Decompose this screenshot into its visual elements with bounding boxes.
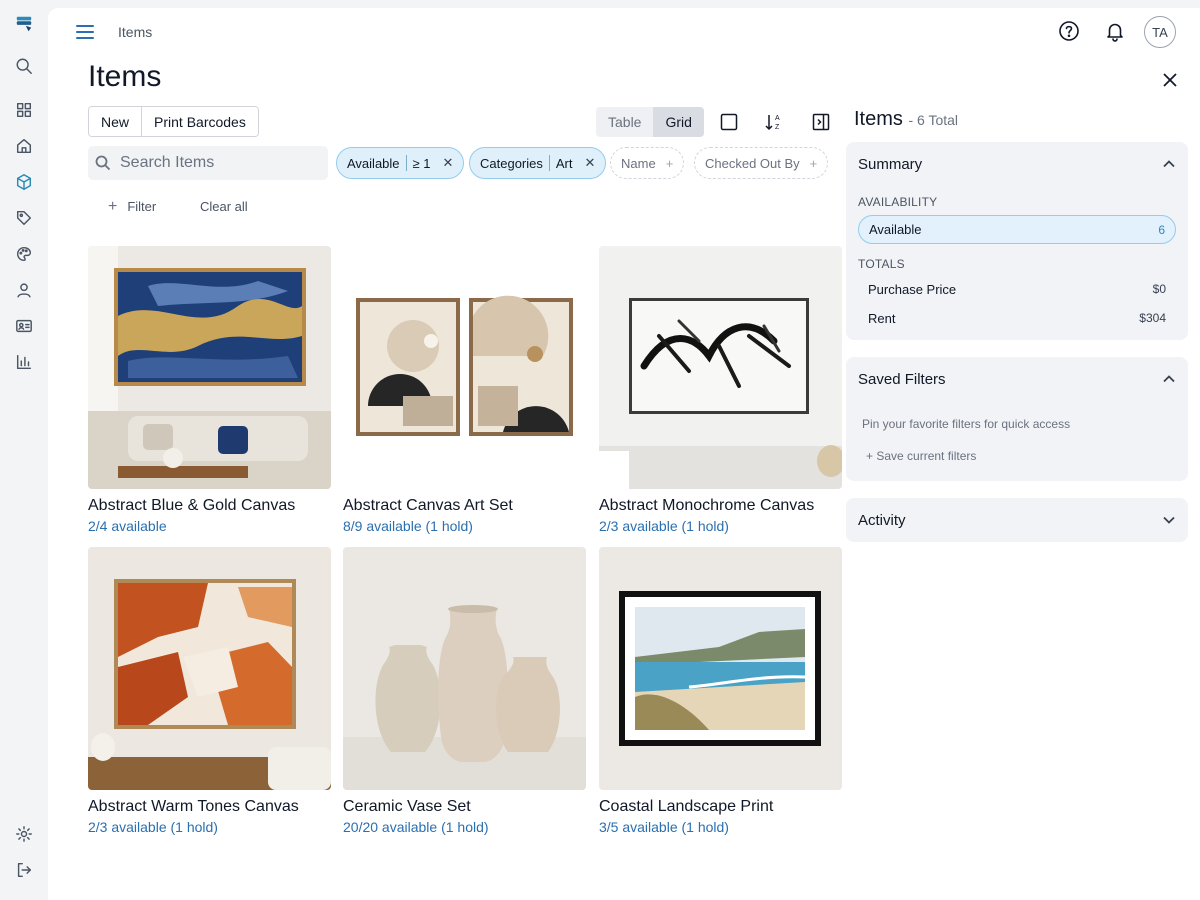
gear-icon[interactable] — [14, 824, 34, 844]
activity-section: Activity — [846, 498, 1188, 542]
user-icon[interactable] — [14, 280, 34, 300]
svg-text:A: A — [775, 115, 780, 122]
view-toggle: Table Grid — [596, 107, 704, 137]
item-name[interactable]: Abstract Monochrome Canvas — [599, 497, 842, 515]
item-thumbnail[interactable] — [88, 547, 331, 790]
item-name[interactable]: Abstract Warm Tones Canvas — [88, 798, 331, 816]
chevron-down-icon[interactable] — [1162, 513, 1176, 527]
left-nav-rail — [0, 0, 48, 900]
search-box — [88, 146, 328, 180]
search-icon[interactable] — [14, 56, 34, 76]
total-count: - 6 Total — [908, 112, 959, 128]
close-icon[interactable] — [1162, 72, 1178, 88]
plus-icon: + — [108, 198, 118, 215]
chip-add-icon: + — [665, 155, 674, 171]
item-thumbnail[interactable] — [599, 246, 842, 489]
sort-az-icon[interactable]: AZ — [764, 112, 784, 132]
menu-icon[interactable] — [76, 25, 94, 39]
save-current-filters-link[interactable]: + Save current filters — [866, 449, 976, 463]
new-button[interactable]: New — [89, 107, 142, 136]
id-card-icon[interactable] — [14, 316, 34, 336]
search-icon — [95, 155, 111, 171]
available-count: 6 — [1158, 222, 1165, 237]
item-availability: 2/3 available (1 hold) — [599, 518, 729, 534]
bar-chart-icon[interactable] — [14, 352, 34, 372]
item-availability: 8/9 available (1 hold) — [343, 518, 473, 534]
item-card[interactable]: Ceramic Vase Set 20/20 available (1 hold… — [343, 547, 586, 835]
item-thumbnail[interactable] — [343, 246, 586, 489]
chevron-up-icon[interactable] — [1162, 157, 1176, 171]
chip-remove-icon[interactable]: ✕ — [443, 155, 454, 171]
home-icon[interactable] — [14, 136, 34, 156]
total-row-purchase-price: Purchase Price $0 — [868, 282, 1166, 297]
chip-field: Name — [621, 155, 656, 171]
saved-filters-hint: Pin your favorite filters for quick acce… — [862, 417, 1071, 431]
table-view-option[interactable]: Table — [596, 107, 653, 137]
total-row-rent: Rent $304 — [868, 311, 1166, 326]
dashboard-icon[interactable] — [14, 100, 34, 120]
item-card[interactable]: Abstract Monochrome Canvas 2/3 available… — [599, 246, 842, 534]
bell-icon[interactable] — [1104, 20, 1126, 42]
filter-chip-name[interactable]: Name + — [610, 147, 685, 179]
add-filter-button[interactable]: + Filter — [108, 198, 156, 216]
avatar[interactable]: TA — [1144, 16, 1176, 48]
summary-heading[interactable]: Summary — [858, 156, 922, 173]
chip-add-icon: + — [809, 155, 818, 171]
logo-icon[interactable] — [14, 14, 34, 34]
summary-section: Summary AVAILABILITY Available 6 TOTALS … — [846, 142, 1188, 340]
saved-filters-heading[interactable]: Saved Filters — [858, 371, 946, 388]
item-card[interactable]: Coastal Landscape Print 3/5 available (1… — [599, 547, 842, 835]
breadcrumb[interactable]: Items — [118, 24, 152, 40]
chip-value: ≥ 1 — [412, 155, 431, 171]
chip-field: Available — [347, 155, 400, 171]
tag-icon[interactable] — [14, 208, 34, 228]
item-availability: 20/20 available (1 hold) — [343, 819, 489, 835]
availability-label: AVAILABILITY — [858, 195, 938, 209]
item-name[interactable]: Abstract Blue & Gold Canvas — [88, 497, 331, 515]
availability-row-available[interactable]: Available 6 — [858, 215, 1176, 244]
clear-all-button[interactable]: Clear all — [200, 199, 248, 214]
saved-filters-section: Saved Filters Pin your favorite filters … — [846, 357, 1188, 481]
search-input[interactable] — [120, 154, 320, 172]
chip-field: Categories — [480, 155, 543, 171]
activity-heading[interactable]: Activity — [858, 512, 906, 529]
filter-chip-checked-out-by[interactable]: Checked Out By + — [694, 147, 829, 179]
main-panel: Items TA Items New Print Barcodes Table … — [48, 8, 1200, 900]
item-thumbnail[interactable] — [343, 547, 586, 790]
chip-value: Art — [555, 155, 573, 171]
palette-icon[interactable] — [14, 244, 34, 264]
item-availability: 3/5 available (1 hold) — [599, 819, 729, 835]
page-title: Items — [88, 60, 162, 93]
print-barcodes-button[interactable]: Print Barcodes — [141, 107, 258, 136]
logout-icon[interactable] — [14, 860, 34, 880]
select-checkbox-icon[interactable] — [719, 112, 739, 132]
item-name[interactable]: Coastal Landscape Print — [599, 798, 842, 816]
item-card[interactable]: Abstract Canvas Art Set 8/9 available (1… — [343, 246, 586, 534]
action-button-group: New Print Barcodes — [88, 106, 259, 137]
item-card[interactable]: Abstract Warm Tones Canvas 2/3 available… — [88, 547, 331, 835]
chip-remove-icon[interactable]: ✕ — [585, 155, 596, 171]
item-availability: 2/3 available (1 hold) — [88, 819, 218, 835]
filter-chip-categories[interactable]: Categories Art ✕ — [469, 147, 607, 179]
item-thumbnail[interactable] — [88, 246, 331, 489]
grid-view-option[interactable]: Grid — [653, 107, 704, 137]
filter-chip-available[interactable]: Available ≥ 1 ✕ — [336, 147, 465, 179]
item-thumbnail[interactable] — [599, 547, 842, 790]
chip-field: Checked Out By — [705, 155, 800, 171]
sidebar-title: Items - 6 Total — [854, 108, 959, 130]
totals-label: TOTALS — [858, 257, 905, 271]
sidebar-toggle-icon[interactable] — [811, 112, 831, 132]
chevron-up-icon[interactable] — [1162, 372, 1176, 386]
item-card[interactable]: Abstract Blue & Gold Canvas 2/4 availabl… — [88, 246, 331, 534]
item-name[interactable]: Ceramic Vase Set — [343, 798, 586, 816]
box-icon[interactable] — [14, 172, 34, 192]
item-name[interactable]: Abstract Canvas Art Set — [343, 497, 586, 515]
item-availability: 2/4 available — [88, 518, 167, 534]
svg-text:Z: Z — [775, 124, 780, 131]
help-icon[interactable] — [1058, 20, 1080, 42]
